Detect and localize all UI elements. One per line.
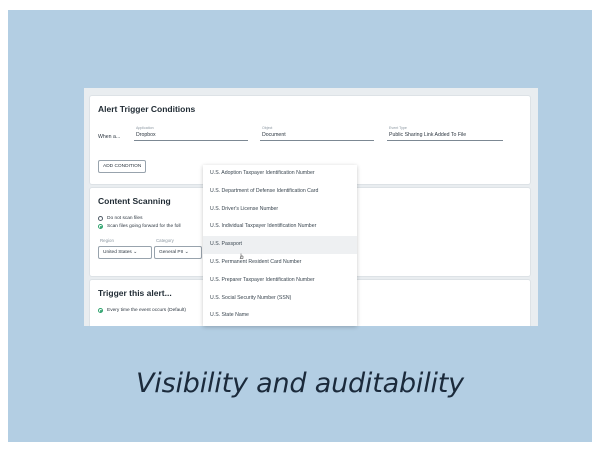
application-field[interactable]: Dropbox	[134, 130, 248, 141]
radio-on-icon	[98, 308, 103, 313]
alert-trigger-title: Alert Trigger Conditions	[98, 104, 196, 114]
hand-cursor-icon	[239, 253, 244, 259]
object-field[interactable]: Document	[260, 130, 374, 141]
dropdown-item[interactable]: U.S. Individual Taxpayer Identification …	[203, 218, 357, 236]
dropdown-item[interactable]: U.S. Driver's License Number	[203, 201, 357, 219]
dropdown-item[interactable]: U.S. State Name	[203, 307, 357, 325]
dropdown-item-highlighted[interactable]: U.S. Passport	[203, 236, 357, 254]
region-select-value: United States	[103, 250, 132, 255]
add-condition-button[interactable]: ADD CONDITION	[98, 160, 147, 173]
dropdown-item[interactable]: U.S. Department of Defense Identificatio…	[203, 183, 357, 201]
category-select-value: General PII	[159, 250, 184, 255]
caption: Visibility and auditability	[136, 368, 464, 399]
radio-do-not-scan[interactable]: Do not scan files	[98, 216, 142, 221]
radio-on-icon	[98, 224, 103, 229]
radio-scan-files-label: Scan files going forward for the foll	[107, 224, 181, 229]
radio-every-time-label: Every time the event occurs (Default)	[107, 308, 186, 313]
dropdown-item[interactable]: U.S. Adoption Taxpayer Identification Nu…	[203, 165, 357, 183]
dropdown-item[interactable]: U.S. Permanent Resident Card Number	[203, 254, 357, 272]
content-scanning-title: Content Scanning	[98, 196, 171, 206]
region-label: Region	[100, 238, 114, 243]
chevron-down-icon: ⌄	[133, 250, 138, 255]
radio-every-time[interactable]: Every time the event occurs (Default)	[98, 308, 186, 313]
chevron-down-icon: ⌄	[184, 250, 189, 255]
when-label: When a...	[98, 134, 121, 140]
dropdown-item[interactable]: U.S. Preparer Taxpayer Identification Nu…	[203, 272, 357, 290]
category-select[interactable]: General PII ⌄	[154, 246, 202, 259]
category-dropdown-menu: U.S. Adoption Taxpayer Identification Nu…	[203, 165, 357, 326]
trigger-alert-title: Trigger this alert...	[98, 288, 172, 298]
category-label: Category	[156, 238, 174, 243]
radio-off-icon	[98, 216, 103, 221]
slide-background: Alert Trigger Conditions When a... Appli…	[8, 10, 592, 442]
radio-scan-files[interactable]: Scan files going forward for the foll	[98, 224, 181, 229]
radio-do-not-scan-label: Do not scan files	[107, 216, 143, 221]
region-select[interactable]: United States ⌄	[98, 246, 152, 259]
event-type-field[interactable]: Public Sharing Link Added To File	[387, 130, 503, 141]
dropdown-item[interactable]: U.S. Social Security Number (SSN)	[203, 290, 357, 308]
